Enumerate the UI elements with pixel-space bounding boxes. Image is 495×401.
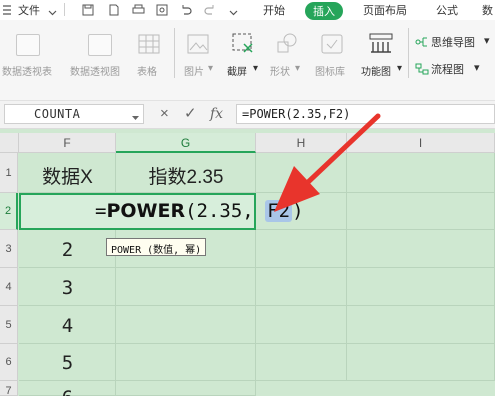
cell-f3-value: 2 [61,239,74,261]
mind-map-dropdown-icon[interactable]: ▾ [484,34,490,47]
function-chart-dropdown-icon[interactable]: ▾ [397,63,402,74]
picture-dropdown-icon[interactable]: ▾ [208,63,213,74]
tab-page-layout[interactable]: 页面布局 [363,2,407,18]
cell-h3[interactable] [256,230,347,268]
shape-icon [276,32,298,59]
tab-data[interactable]: 数 [482,2,493,18]
cell-f7-value: 6 [19,387,116,396]
cell-g6[interactable] [116,344,256,381]
hamburger-icon[interactable] [2,3,12,15]
cell-h5[interactable] [256,306,347,344]
cell-i5[interactable] [347,306,495,344]
cell-g4[interactable] [116,268,256,306]
ribbon-mind-map[interactable]: 思维导图 [431,34,475,50]
menu-file[interactable]: 文件 [18,2,40,18]
cell-h4[interactable] [256,268,347,306]
cell-f6-value: 5 [61,352,74,374]
menu-bar [0,0,495,20]
shape-dropdown-icon[interactable]: ▾ [295,63,300,74]
function-signature-tooltip: POWER (数值, 幂) [106,238,207,256]
cell-h6[interactable] [256,344,347,381]
cell-g5[interactable] [116,306,256,344]
cell-f4-value: 3 [61,277,74,299]
row-header-1[interactable]: 1 [0,153,18,193]
ribbon-function-chart[interactable]: 功能图 [361,63,391,78]
formula-args: (2.35, [185,200,254,222]
function-chart-icon [368,32,394,59]
export-pdf-icon[interactable] [108,3,120,21]
tab-insert[interactable]: 插入 [305,2,343,20]
ribbon-divider [174,28,175,78]
ribbon-divider [408,28,409,78]
header-data-x: 数据X [42,167,93,188]
header-exponent: 指数2.35 [148,167,224,188]
icon-library-icon [321,34,343,59]
row-header-5[interactable]: 5 [0,306,18,344]
save-icon[interactable] [82,3,94,21]
screenshot-dropdown-icon[interactable]: ▾ [253,63,258,74]
select-all-corner[interactable] [0,133,19,153]
function-wizard-icon[interactable]: fx [210,105,223,123]
column-header-g[interactable]: G [116,133,256,153]
column-header-f[interactable]: F [19,133,116,153]
cell-i4[interactable] [347,268,495,306]
pivot-table-icon [16,34,40,56]
row-header-7[interactable]: 7 [0,381,18,397]
picture-icon [187,34,209,59]
row-header-2[interactable]: 2 [0,193,18,230]
ribbon-icon-library[interactable]: 图标库 [315,63,345,78]
row-header-4[interactable]: 4 [0,268,18,306]
row-header-3[interactable]: 3 [0,230,18,268]
ribbon-table[interactable]: 表格 [137,63,157,78]
cancel-icon[interactable]: × [160,105,169,123]
cell-i6[interactable] [347,344,495,381]
redo-icon[interactable] [204,3,216,21]
screenshot-icon [231,32,255,59]
ribbon-flowchart[interactable]: 流程图 [431,61,464,77]
table-icon [138,34,160,59]
ribbon-picture[interactable]: 图片 [184,63,204,78]
undo-icon[interactable] [180,3,192,21]
cell-g7[interactable] [116,381,256,396]
name-box-value: COUNTA [34,107,81,121]
ribbon-screenshot[interactable]: 截屏 [227,63,247,78]
ribbon-pivot-chart[interactable]: 数据透视图 [70,63,120,78]
ribbon-pivot-table[interactable]: 数据透视表 [2,63,52,78]
annotation-arrow-icon [274,113,381,212]
row-header-6[interactable]: 6 [0,344,18,381]
formula-equals: = [95,200,107,222]
cell-i3[interactable] [347,230,495,268]
flowchart-icon [415,62,429,80]
tab-formulas[interactable]: 公式 [436,2,458,18]
menu-divider [64,3,65,16]
pivot-chart-icon [88,34,112,56]
name-box-dropdown-icon[interactable] [131,110,140,128]
mind-map-icon [415,35,429,53]
tab-home[interactable]: 开始 [263,2,285,18]
print-icon[interactable] [132,3,145,21]
formula-function-name: POWER [106,200,186,222]
cell-f5-value: 4 [61,315,74,337]
cell-f7-clip: 6 [19,384,116,396]
ribbon-shape[interactable]: 形状 [270,63,290,78]
flowchart-dropdown-icon[interactable]: ▾ [474,61,480,74]
confirm-icon[interactable]: ✓ [184,105,197,123]
print-preview-icon[interactable] [156,3,168,21]
